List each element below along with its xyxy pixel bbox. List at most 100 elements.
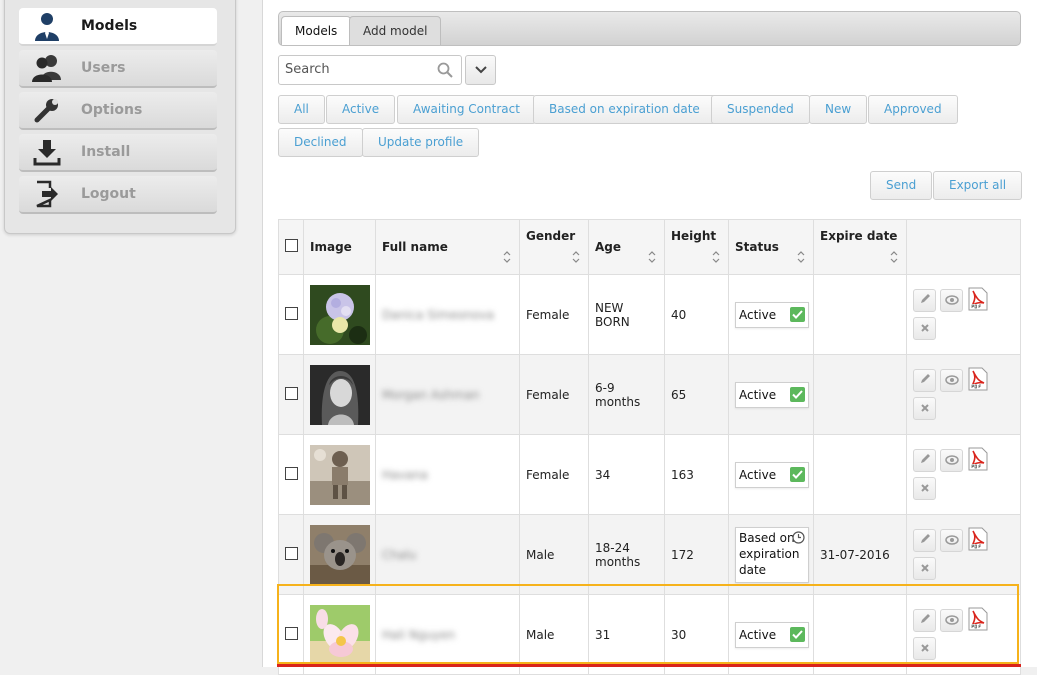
- tab-add-model[interactable]: Add model: [349, 16, 442, 45]
- eye-icon: [944, 534, 959, 548]
- view-button[interactable]: [940, 369, 963, 392]
- status-select[interactable]: Active: [735, 621, 809, 648]
- sort-icon[interactable]: [890, 251, 898, 266]
- sidebar-item-install[interactable]: Install: [19, 134, 217, 172]
- col-full-name[interactable]: Full name: [375, 219, 520, 275]
- eye-icon: [944, 454, 959, 468]
- filter-declined-button[interactable]: Declined: [278, 128, 363, 157]
- status-select[interactable]: Based on expiration date: [735, 526, 809, 583]
- pdf-icon[interactable]: [967, 367, 989, 391]
- search-dropdown-button[interactable]: [465, 55, 496, 85]
- filter-approved-button[interactable]: Approved: [868, 95, 958, 124]
- full-name: Danica Simeonova: [382, 307, 495, 322]
- check-icon: [790, 627, 805, 642]
- filter-new-button[interactable]: New: [809, 95, 868, 124]
- main-panel: Models Add model All Active Awaiting Con…: [262, 0, 1037, 675]
- edit-button[interactable]: [913, 449, 936, 472]
- delete-button[interactable]: [913, 637, 936, 660]
- pencil-icon: [919, 613, 931, 628]
- gender-cell: Male: [519, 514, 589, 595]
- tab-models[interactable]: Models: [281, 16, 352, 45]
- table-row: Hali Nguyen Male 31 30 Active: [278, 594, 1021, 675]
- filter-awaiting-contract-button[interactable]: Awaiting Contract: [397, 95, 536, 124]
- sort-icon[interactable]: [648, 251, 656, 266]
- col-actions: [906, 219, 1021, 275]
- send-button[interactable]: Send: [870, 171, 933, 200]
- full-name-cell: Hali Nguyen: [375, 594, 520, 675]
- col-height[interactable]: Height: [664, 219, 729, 275]
- model-thumbnail[interactable]: [310, 524, 370, 585]
- sort-icon[interactable]: [572, 251, 580, 266]
- sidebar-item-options[interactable]: Options: [19, 92, 217, 130]
- row-checkbox[interactable]: [285, 626, 298, 640]
- col-status[interactable]: Status: [728, 219, 814, 275]
- row-checkbox[interactable]: [285, 306, 298, 320]
- view-button[interactable]: [940, 609, 963, 632]
- pdf-icon[interactable]: [967, 607, 989, 631]
- view-button[interactable]: [940, 449, 963, 472]
- edit-button[interactable]: [913, 529, 936, 552]
- close-icon: [920, 642, 930, 656]
- pdf-icon[interactable]: [967, 287, 989, 311]
- row-select-cell: [278, 274, 304, 355]
- filter-all-button[interactable]: All: [278, 95, 325, 124]
- sidebar-item-label: Logout: [81, 186, 136, 202]
- edit-button[interactable]: [913, 609, 936, 632]
- sort-icon[interactable]: [712, 251, 720, 266]
- filter-active-button[interactable]: Active: [326, 95, 396, 124]
- search-input[interactable]: [279, 56, 430, 82]
- status-select[interactable]: Active: [735, 301, 809, 328]
- export-all-button[interactable]: Export all: [933, 171, 1023, 200]
- gender-cell: Male: [519, 594, 589, 675]
- pdf-icon[interactable]: [967, 527, 989, 551]
- filter-update-profile-button[interactable]: Update profile: [362, 128, 480, 157]
- age-cell: 6-9 months: [588, 354, 665, 435]
- gender-cell: Female: [519, 354, 589, 435]
- actions-cell: [906, 354, 1021, 435]
- model-thumbnail[interactable]: [310, 284, 370, 345]
- status-select[interactable]: Active: [735, 461, 809, 488]
- sort-icon[interactable]: [797, 251, 805, 266]
- check-icon: [790, 307, 805, 322]
- full-name: Morgan Ashman: [382, 387, 480, 402]
- row-checkbox[interactable]: [285, 466, 298, 480]
- delete-button[interactable]: [913, 477, 936, 500]
- filter-suspended-button[interactable]: Suspended: [711, 95, 810, 124]
- model-thumbnail[interactable]: [310, 444, 370, 505]
- download-icon: [27, 137, 67, 167]
- row-checkbox[interactable]: [285, 546, 298, 560]
- wrench-icon: [27, 95, 67, 125]
- delete-button[interactable]: [913, 317, 936, 340]
- delete-button[interactable]: [913, 557, 936, 580]
- status-select[interactable]: Active: [735, 381, 809, 408]
- sidebar-item-label: Install: [81, 144, 131, 160]
- col-age[interactable]: Age: [588, 219, 665, 275]
- expire-date-cell: [813, 354, 907, 435]
- row-select-cell: [278, 514, 304, 595]
- view-button[interactable]: [940, 289, 963, 312]
- select-all-checkbox[interactable]: [285, 239, 298, 252]
- model-thumbnail[interactable]: [310, 604, 370, 665]
- search-icon[interactable]: [437, 62, 453, 81]
- filter-expiration-button[interactable]: Based on expiration date: [533, 95, 716, 124]
- edit-button[interactable]: [913, 369, 936, 392]
- edit-button[interactable]: [913, 289, 936, 312]
- model-thumbnail[interactable]: [310, 364, 370, 425]
- status-cell: Active: [728, 434, 814, 515]
- table-row: Chalu Male 18-24 months 172 Based on exp…: [278, 514, 1021, 595]
- col-expire-date[interactable]: Expire date: [813, 219, 907, 275]
- col-gender[interactable]: Gender: [519, 219, 589, 275]
- view-button[interactable]: [940, 529, 963, 552]
- sidebar-item-models[interactable]: Models: [19, 8, 217, 46]
- check-icon: [790, 387, 805, 402]
- table-row: Morgan Ashman Female 6-9 months 65 Activ…: [278, 354, 1021, 435]
- table-header-row: Image Full name Gender Age Height Status…: [278, 219, 1021, 275]
- pdf-icon[interactable]: [967, 447, 989, 471]
- col-image: Image: [303, 219, 376, 275]
- sidebar-item-logout[interactable]: Logout: [19, 176, 217, 214]
- close-icon: [920, 482, 930, 496]
- row-checkbox[interactable]: [285, 386, 298, 400]
- sort-icon[interactable]: [503, 251, 511, 266]
- delete-button[interactable]: [913, 397, 936, 420]
- sidebar-item-users[interactable]: Users: [19, 50, 217, 88]
